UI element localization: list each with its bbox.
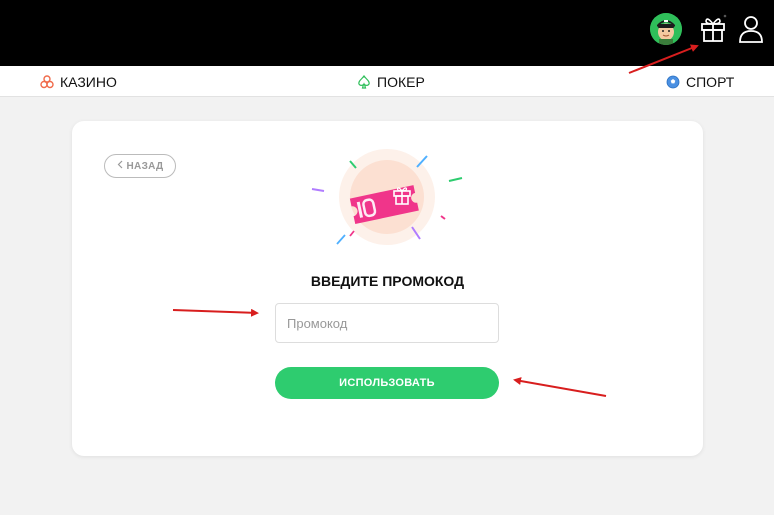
promo-card: НАЗАД ВВЕДИТЕ ПРОМОКОД Промокод ИСПОЛЬЗО… <box>72 121 703 456</box>
nav-item-sport[interactable]: СПОРТ <box>666 72 734 92</box>
nav-label-sport: СПОРТ <box>686 74 735 90</box>
back-button[interactable]: НАЗАД <box>104 154 176 178</box>
nav-label-casino: КАЗИНО <box>60 74 117 90</box>
top-bar <box>0 0 774 66</box>
cherries-icon <box>40 75 54 89</box>
chevron-left-icon <box>117 160 123 172</box>
use-promo-button[interactable]: ИСПОЛЬЗОВАТЬ <box>275 367 499 399</box>
promo-code-input[interactable] <box>275 303 499 343</box>
avatar-icon[interactable] <box>650 13 682 45</box>
spade-icon <box>358 75 370 89</box>
back-button-label: НАЗАД <box>126 160 164 172</box>
promo-ticket-illustration <box>302 149 472 249</box>
gift-icon[interactable] <box>698 13 728 45</box>
soccer-ball-icon <box>666 75 680 89</box>
section-nav: КАЗИНО ПОКЕР СПОРТ <box>0 66 774 97</box>
user-icon[interactable] <box>738 13 764 45</box>
nav-label-poker: ПОКЕР <box>377 74 425 90</box>
promo-title: ВВЕДИТЕ ПРОМОКОД <box>310 273 465 289</box>
nav-item-casino[interactable]: КАЗИНО <box>40 72 117 92</box>
nav-item-poker[interactable]: ПОКЕР <box>357 72 425 92</box>
